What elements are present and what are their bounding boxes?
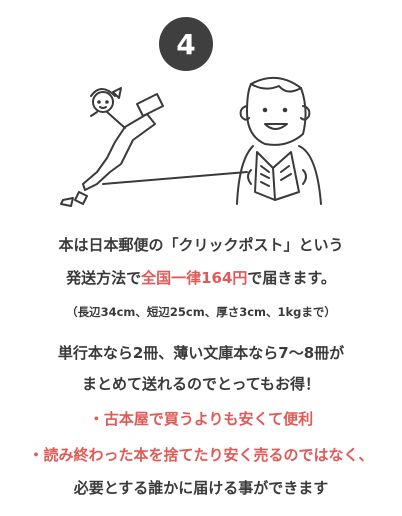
- man-reading-book-icon: [236, 77, 322, 205]
- step-number: 4: [176, 27, 196, 61]
- size-limit-note: （長辺34cm、短辺25cm、厚さ3cm、1kgまで）: [66, 305, 336, 319]
- japan-map-icon: [60, 113, 156, 207]
- benefit-cheaper: ・古本屋で買うよりも安くて便利: [88, 410, 314, 428]
- step-number-badge: 4: [159, 17, 213, 71]
- shipping-price-highlight: 全国一律164円: [141, 269, 248, 287]
- envelope-icon: [136, 93, 164, 117]
- delivery-line: [102, 171, 248, 185]
- shipping-price-prefix: 発送方法で: [66, 269, 142, 287]
- illustration: [60, 77, 322, 207]
- book-count-line: 単行本なら2冊、薄い文庫本なら7〜8冊が: [57, 344, 345, 362]
- delivery-method-line: 本は日本郵便の「クリックポスト」という: [58, 236, 344, 254]
- shipping-price-line: 発送方法で全国一律164円で届きます。: [0, 267, 402, 288]
- shipping-price-suffix: で届きます。: [247, 269, 336, 287]
- value-line: まとめて送れるのでとってもお得！: [81, 375, 321, 393]
- benefit-reuse-continued: 必要とする誰かに届ける事ができます: [73, 479, 329, 497]
- benefit-reuse: ・読み終わった本を捨てたり安く売るのではなく、: [28, 446, 374, 464]
- girl-face-icon: [90, 87, 126, 129]
